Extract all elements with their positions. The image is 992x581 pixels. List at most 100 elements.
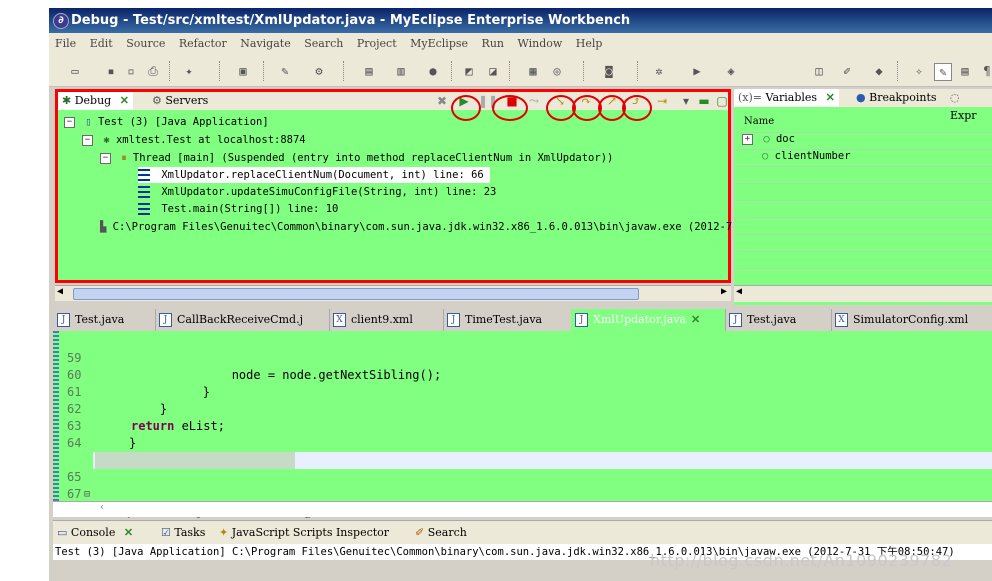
deploy-icon[interactable]: ✎ (277, 63, 293, 79)
stack-frame[interactable]: XmlUpdator.replaceClientNum(Document, in… (138, 167, 490, 183)
menu-project[interactable]: Project (357, 37, 397, 50)
editor-tab[interactable]: J Test.java (725, 309, 832, 331)
scroll-left-icon[interactable]: ◀ (736, 286, 742, 297)
menu-bar: File Edit Source Refactor Navigate Searc… (49, 33, 992, 55)
menu-navigate[interactable]: Navigate (240, 37, 290, 50)
close-icon[interactable]: ✕ (826, 91, 835, 104)
menu-refactor[interactable]: Refactor (179, 37, 227, 50)
tree-process[interactable]: ▙ C:\Program Files\Genuitec\Common\binar… (100, 219, 751, 235)
close-icon[interactable]: ✕ (120, 94, 129, 107)
editor-tab-label: Test.java (75, 313, 125, 326)
view-menu-icon[interactable]: ▾ (678, 93, 694, 109)
debug-horizontal-scrollbar[interactable]: ◀ ▶ (55, 285, 731, 301)
camera-icon[interactable]: ◙ (601, 63, 617, 79)
collapse-icon[interactable]: − (100, 152, 111, 164)
remove-launches-icon[interactable]: ✖ (434, 93, 450, 109)
debug-view: ✱ Debug ✕ ⚙ Servers ✖ ▶ ❚❚ ■ ⤳ ↘ ↷ ↗ ⤴ ⇥… (55, 89, 751, 283)
external-tools-icon[interactable]: ◪ (485, 63, 501, 79)
menu-myeclipse[interactable]: MyEclipse (410, 37, 468, 50)
editor-tab-label: SimulatorConfig.xml (853, 313, 969, 326)
scroll-left-icon[interactable]: ‹ (99, 502, 105, 513)
highlight-icon[interactable]: ✎ (934, 63, 952, 81)
debug-icon[interactable]: ✲ (651, 63, 667, 79)
toolbar-separator (343, 61, 346, 81)
server-icon[interactable]: ⚙ (311, 63, 327, 79)
grid-line (737, 200, 992, 218)
tab-breakpoints[interactable]: ● Breakpoints (852, 89, 941, 107)
console-icon: ▭ (57, 526, 68, 539)
scroll-left-icon[interactable]: ◀ (57, 286, 63, 297)
new-wizard-icon[interactable]: ✦ (181, 63, 197, 79)
menu-search[interactable]: Search (304, 37, 343, 50)
stack-frame[interactable]: Test.main(String[]) line: 10 (138, 201, 338, 217)
save-all-icon[interactable]: ▫ (123, 63, 139, 79)
toolbar-separator (897, 61, 900, 81)
close-icon[interactable]: ✕ (691, 313, 700, 326)
link-icon[interactable]: ✐ (839, 63, 855, 79)
toolbar-separator (451, 61, 454, 81)
tree-target[interactable]: − ✱ xmltest.Test at localhost:8874 (82, 132, 306, 148)
editor-tab[interactable]: J CallBackReceiveCmd.j (155, 309, 330, 331)
grid-line (737, 132, 992, 150)
code-line: ✎ 65 ⊟ private static boolean replaceCli… (53, 435, 992, 518)
tree-thread[interactable]: − ⏸ Thread [main] (Suspended (entry into… (100, 150, 613, 166)
external-run-icon[interactable]: ◈ (723, 63, 739, 79)
sql-icon[interactable]: ▤ (361, 63, 377, 79)
collapse-icon[interactable]: − (82, 134, 93, 146)
tab-javascript-inspector[interactable]: ✦ JavaScript Scripts Inspector (219, 521, 389, 545)
menu-help[interactable]: Help (576, 37, 603, 50)
menu-source[interactable]: Source (126, 37, 165, 50)
tab-tasks[interactable]: ☑ Tasks (161, 521, 205, 545)
use-step-filters-icon[interactable]: ⇥ (654, 93, 670, 109)
open-folder-icon[interactable]: ◫ (811, 63, 827, 79)
variables-horizontal-scrollbar[interactable]: ◀ (734, 285, 992, 302)
collapse-icon[interactable]: − (64, 116, 75, 128)
web-browser-icon[interactable]: ● (425, 63, 441, 79)
scroll-thumb[interactable] (73, 288, 639, 300)
code-editor[interactable]: 59 node = node.getNextSibling(); 60 } 61… (53, 331, 992, 535)
tab-expressions[interactable]: ◌ Expr (946, 89, 992, 122)
tab-variables-label: Variables (765, 91, 818, 104)
settings-icon[interactable]: ◎ (549, 63, 565, 79)
open-perspective-icon[interactable]: ▦ (525, 63, 541, 79)
run-icon[interactable]: ▶ (689, 63, 705, 79)
close-icon[interactable]: ✕ (124, 526, 133, 539)
tree-launch[interactable]: − ▯ Test (3) [Java Application] (64, 114, 269, 130)
grid-line (737, 234, 992, 252)
disconnect-icon[interactable]: ⤳ (526, 93, 542, 109)
scroll-right-icon[interactable]: ▶ (721, 286, 727, 297)
open-type-icon[interactable]: ▣ (235, 63, 251, 79)
tab-variables[interactable]: (x)= Variables ✕ (734, 89, 839, 107)
show-whitespace-icon[interactable]: ▤ (957, 63, 973, 79)
editor-tab[interactable]: X SimulatorConfig.xml (831, 309, 992, 331)
pin-icon[interactable]: ✧ (911, 63, 927, 79)
myeclipse-logo-icon: ∂ (53, 13, 69, 29)
print-icon[interactable]: ⎙ (145, 63, 161, 79)
menu-file[interactable]: File (55, 37, 76, 50)
tab-console-label: Console (70, 526, 116, 539)
editor-tab[interactable]: J Test.java (53, 309, 156, 331)
stack-frame[interactable]: XmlUpdator.updateSimuConfigFile(String, … (138, 184, 496, 200)
report-icon[interactable]: ▥ (393, 63, 409, 79)
new-icon[interactable]: ▭ (67, 63, 83, 79)
editor-horizontal-scrollbar[interactable]: ‹ (53, 501, 992, 517)
annotation-icon[interactable]: ◆ (871, 63, 887, 79)
maximize-icon[interactable]: ▢ (714, 93, 730, 109)
minimize-icon[interactable]: ▬ (696, 93, 712, 109)
tab-debug[interactable]: ✱ Debug ✕ (58, 92, 133, 110)
tab-console[interactable]: ▭ Console ✕ (57, 521, 133, 545)
annotation-circle (622, 95, 652, 121)
save-icon[interactable]: ▪ (103, 63, 119, 79)
menu-edit[interactable]: Edit (90, 37, 113, 50)
menu-window[interactable]: Window (517, 37, 562, 50)
paragraph-icon[interactable]: ¶ (979, 63, 992, 79)
tab-javascript-inspector-label: JavaScript Scripts Inspector (231, 526, 390, 539)
tab-search[interactable]: ✐ Search (415, 521, 467, 545)
editor-tab[interactable]: J TimeTest.java (443, 309, 574, 331)
editor-tab[interactable]: Xclient9.xml (329, 309, 444, 331)
tab-servers[interactable]: ⚙ Servers (148, 92, 212, 110)
menu-run[interactable]: Run (482, 37, 504, 50)
tasks-icon: ☑ (161, 526, 171, 539)
ant-icon[interactable]: ◩ (461, 63, 477, 79)
editor-tab-active[interactable]: J XmlUpdator.java ✕ (571, 309, 726, 331)
